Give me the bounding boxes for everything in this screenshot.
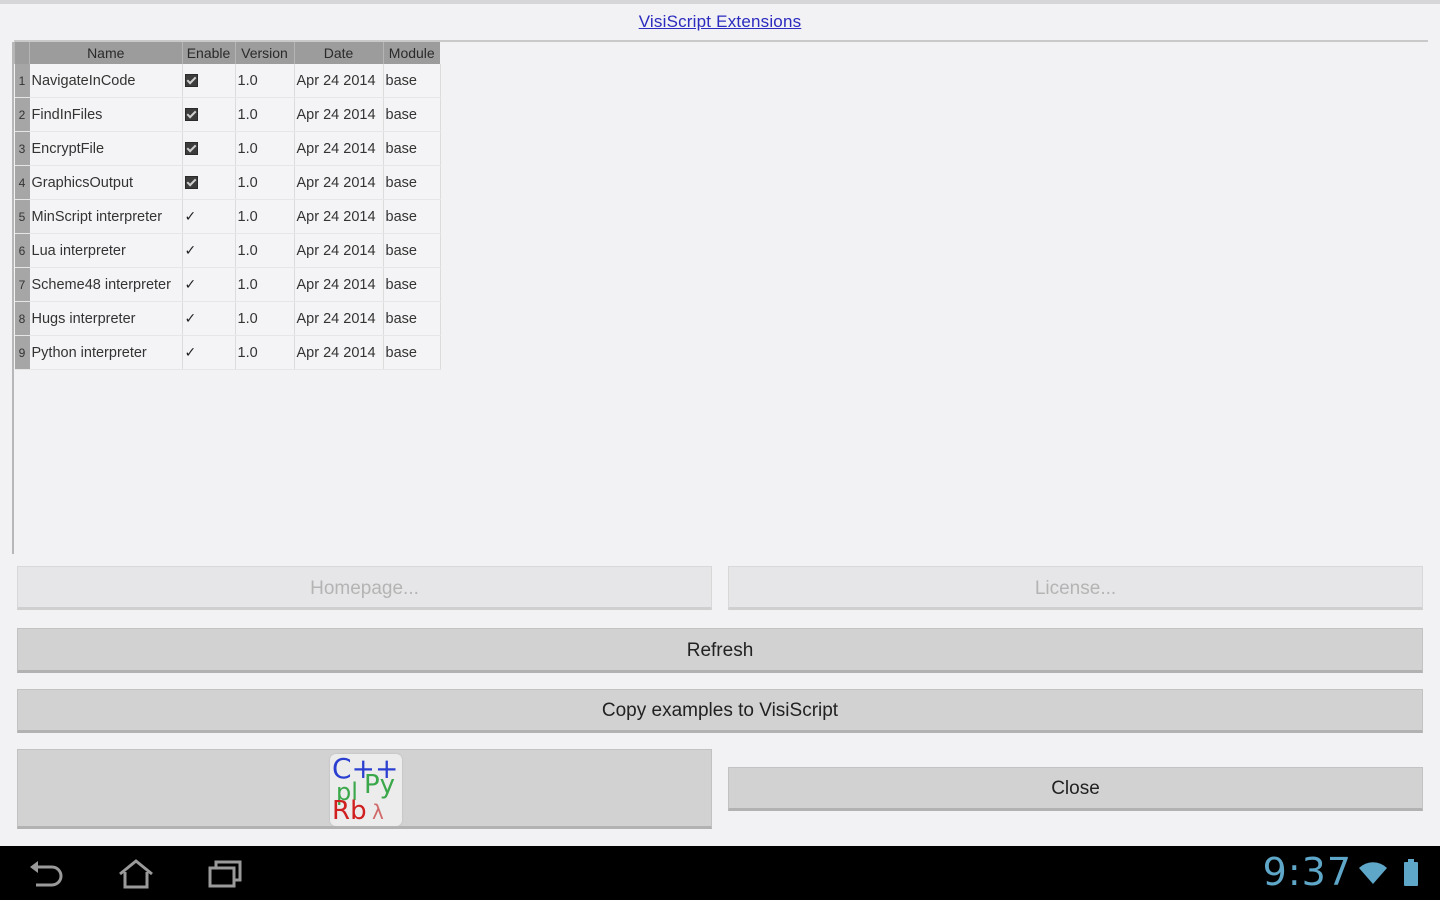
status-clock: 9:37	[1262, 850, 1352, 894]
extension-name: EncryptFile	[29, 131, 183, 166]
module-cell: base	[383, 199, 441, 234]
version-cell: 1.0	[235, 165, 295, 200]
enabled-checkmark-icon[interactable]: ✓	[185, 276, 197, 292]
logo-lambda: λ	[372, 800, 384, 824]
window-title[interactable]: VisiScript Extensions	[0, 12, 1440, 32]
extension-name: FindInFiles	[29, 97, 183, 132]
date-cell: Apr 24 2014	[294, 97, 384, 132]
enabled-checkbox-icon[interactable]	[184, 74, 198, 88]
row-number: 8	[14, 301, 30, 336]
version-cell: 1.0	[235, 97, 295, 132]
row-number: 9	[14, 335, 30, 370]
row-number: 5	[14, 199, 30, 234]
back-icon[interactable]	[26, 858, 66, 890]
extension-name: Lua interpreter	[29, 233, 183, 268]
close-button[interactable]: Close	[728, 767, 1423, 811]
enable-cell[interactable]: ✓	[182, 267, 236, 302]
date-cell: Apr 24 2014	[294, 335, 384, 370]
enable-cell[interactable]	[182, 165, 236, 200]
extension-name: MinScript interpreter	[29, 199, 183, 234]
module-cell: base	[383, 131, 441, 166]
logo-py: Py	[364, 770, 396, 800]
row-number: 2	[14, 97, 30, 132]
module-cell: base	[383, 301, 441, 336]
enabled-checkmark-icon[interactable]: ✓	[185, 242, 197, 258]
extension-name: Python interpreter	[29, 335, 183, 370]
homepage-button[interactable]: Homepage...	[17, 566, 712, 610]
enabled-checkmark-icon[interactable]: ✓	[185, 310, 197, 326]
column-header-module[interactable]: Module	[382, 42, 440, 64]
extension-name: Hugs interpreter	[29, 301, 183, 336]
table-row[interactable]: 8 Hugs interpreter ✓ 1.0 Apr 24 2014 base	[14, 301, 441, 336]
recent-apps-icon[interactable]	[206, 858, 246, 890]
copy-examples-button[interactable]: Copy examples to VisiScript	[17, 689, 1423, 733]
date-cell: Apr 24 2014	[294, 64, 384, 98]
module-cell: base	[383, 97, 441, 132]
row-number: 3	[14, 131, 30, 166]
license-button[interactable]: License...	[728, 566, 1423, 610]
table-row[interactable]: 5 MinScript interpreter ✓ 1.0 Apr 24 2014 bas…	[14, 199, 441, 234]
home-icon[interactable]	[116, 858, 156, 890]
date-cell: Apr 24 2014	[294, 233, 384, 268]
table-row[interactable]: 1 NavigateInCode 1.0 Apr 24 2014 base	[14, 64, 441, 98]
enable-cell[interactable]	[182, 64, 236, 98]
enable-cell[interactable]: ✓	[182, 199, 236, 234]
version-cell: 1.0	[235, 131, 295, 166]
enabled-checkmark-icon[interactable]: ✓	[185, 344, 197, 360]
module-cell: base	[383, 165, 441, 200]
table-row[interactable]: 3 EncryptFile 1.0 Apr 24 2014 base	[14, 131, 441, 166]
row-number: 6	[14, 233, 30, 268]
module-cell: base	[383, 64, 441, 98]
row-number-header	[14, 42, 30, 64]
row-number: 7	[14, 267, 30, 302]
extensions-table: Name Enable Version Date Module 1 Navigat…	[14, 42, 441, 370]
table-row[interactable]: 7 Scheme48 interpreter ✓ 1.0 Apr 24 2014 base	[14, 267, 441, 302]
system-navigation-bar: 9:37	[0, 846, 1440, 900]
table-header-row: Name Enable Version Date Module	[14, 42, 440, 64]
enabled-checkbox-icon[interactable]	[184, 142, 198, 156]
date-cell: Apr 24 2014	[294, 199, 384, 234]
table-row[interactable]: 6 Lua interpreter ✓ 1.0 Apr 24 2014 base	[14, 233, 441, 268]
column-header-date[interactable]: Date	[293, 42, 383, 64]
row-number: 4	[14, 165, 30, 200]
table-row[interactable]: 2 FindInFiles 1.0 Apr 24 2014 base	[14, 97, 441, 132]
enabled-checkbox-icon[interactable]	[184, 108, 198, 122]
refresh-button[interactable]: Refresh	[17, 628, 1423, 673]
module-cell: base	[383, 267, 441, 302]
date-cell: Apr 24 2014	[294, 165, 384, 200]
extension-name: Scheme48 interpreter	[29, 267, 183, 302]
enable-cell[interactable]	[182, 131, 236, 166]
enable-cell[interactable]	[182, 97, 236, 132]
languages-logo-icon: C++ pl Py Rb λ	[330, 752, 402, 826]
table-row[interactable]: 4 GraphicsOutput 1.0 Apr 24 2014 base	[14, 165, 441, 200]
date-cell: Apr 24 2014	[294, 131, 384, 166]
enable-cell[interactable]: ✓	[182, 335, 236, 370]
table-row[interactable]: 9 Python interpreter ✓ 1.0 Apr 24 2014 base	[14, 335, 441, 370]
column-header-name[interactable]: Name	[29, 42, 182, 64]
top-edge	[0, 0, 1440, 4]
logo-rb: Rb	[332, 796, 367, 826]
extension-name: GraphicsOutput	[29, 165, 183, 200]
date-cell: Apr 24 2014	[294, 301, 384, 336]
row-number: 1	[14, 64, 30, 98]
wifi-icon	[1359, 862, 1387, 884]
enabled-checkmark-icon[interactable]: ✓	[185, 208, 197, 224]
version-cell: 1.0	[235, 199, 295, 234]
version-cell: 1.0	[235, 64, 295, 98]
battery-icon	[1404, 859, 1418, 886]
enable-cell[interactable]: ✓	[182, 301, 236, 336]
version-cell: 1.0	[235, 233, 295, 268]
enabled-checkbox-icon[interactable]	[184, 176, 198, 190]
column-header-enable[interactable]: Enable	[181, 42, 235, 64]
version-cell: 1.0	[235, 301, 295, 336]
version-cell: 1.0	[235, 335, 295, 370]
module-cell: base	[383, 335, 441, 370]
extension-name: NavigateInCode	[29, 64, 183, 98]
version-cell: 1.0	[235, 267, 295, 302]
date-cell: Apr 24 2014	[294, 267, 384, 302]
module-cell: base	[383, 233, 441, 268]
column-header-version[interactable]: Version	[234, 42, 294, 64]
enable-cell[interactable]: ✓	[182, 233, 236, 268]
